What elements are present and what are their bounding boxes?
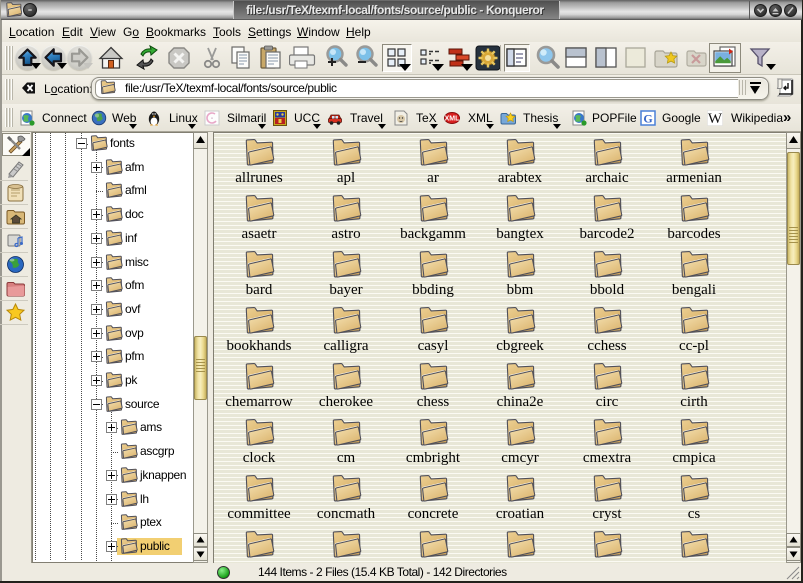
svg-text:XML: XML xyxy=(445,116,460,123)
svg-text:G: G xyxy=(643,112,652,126)
svg-text:A: A xyxy=(211,116,213,120)
svg-text:W: W xyxy=(708,111,723,126)
